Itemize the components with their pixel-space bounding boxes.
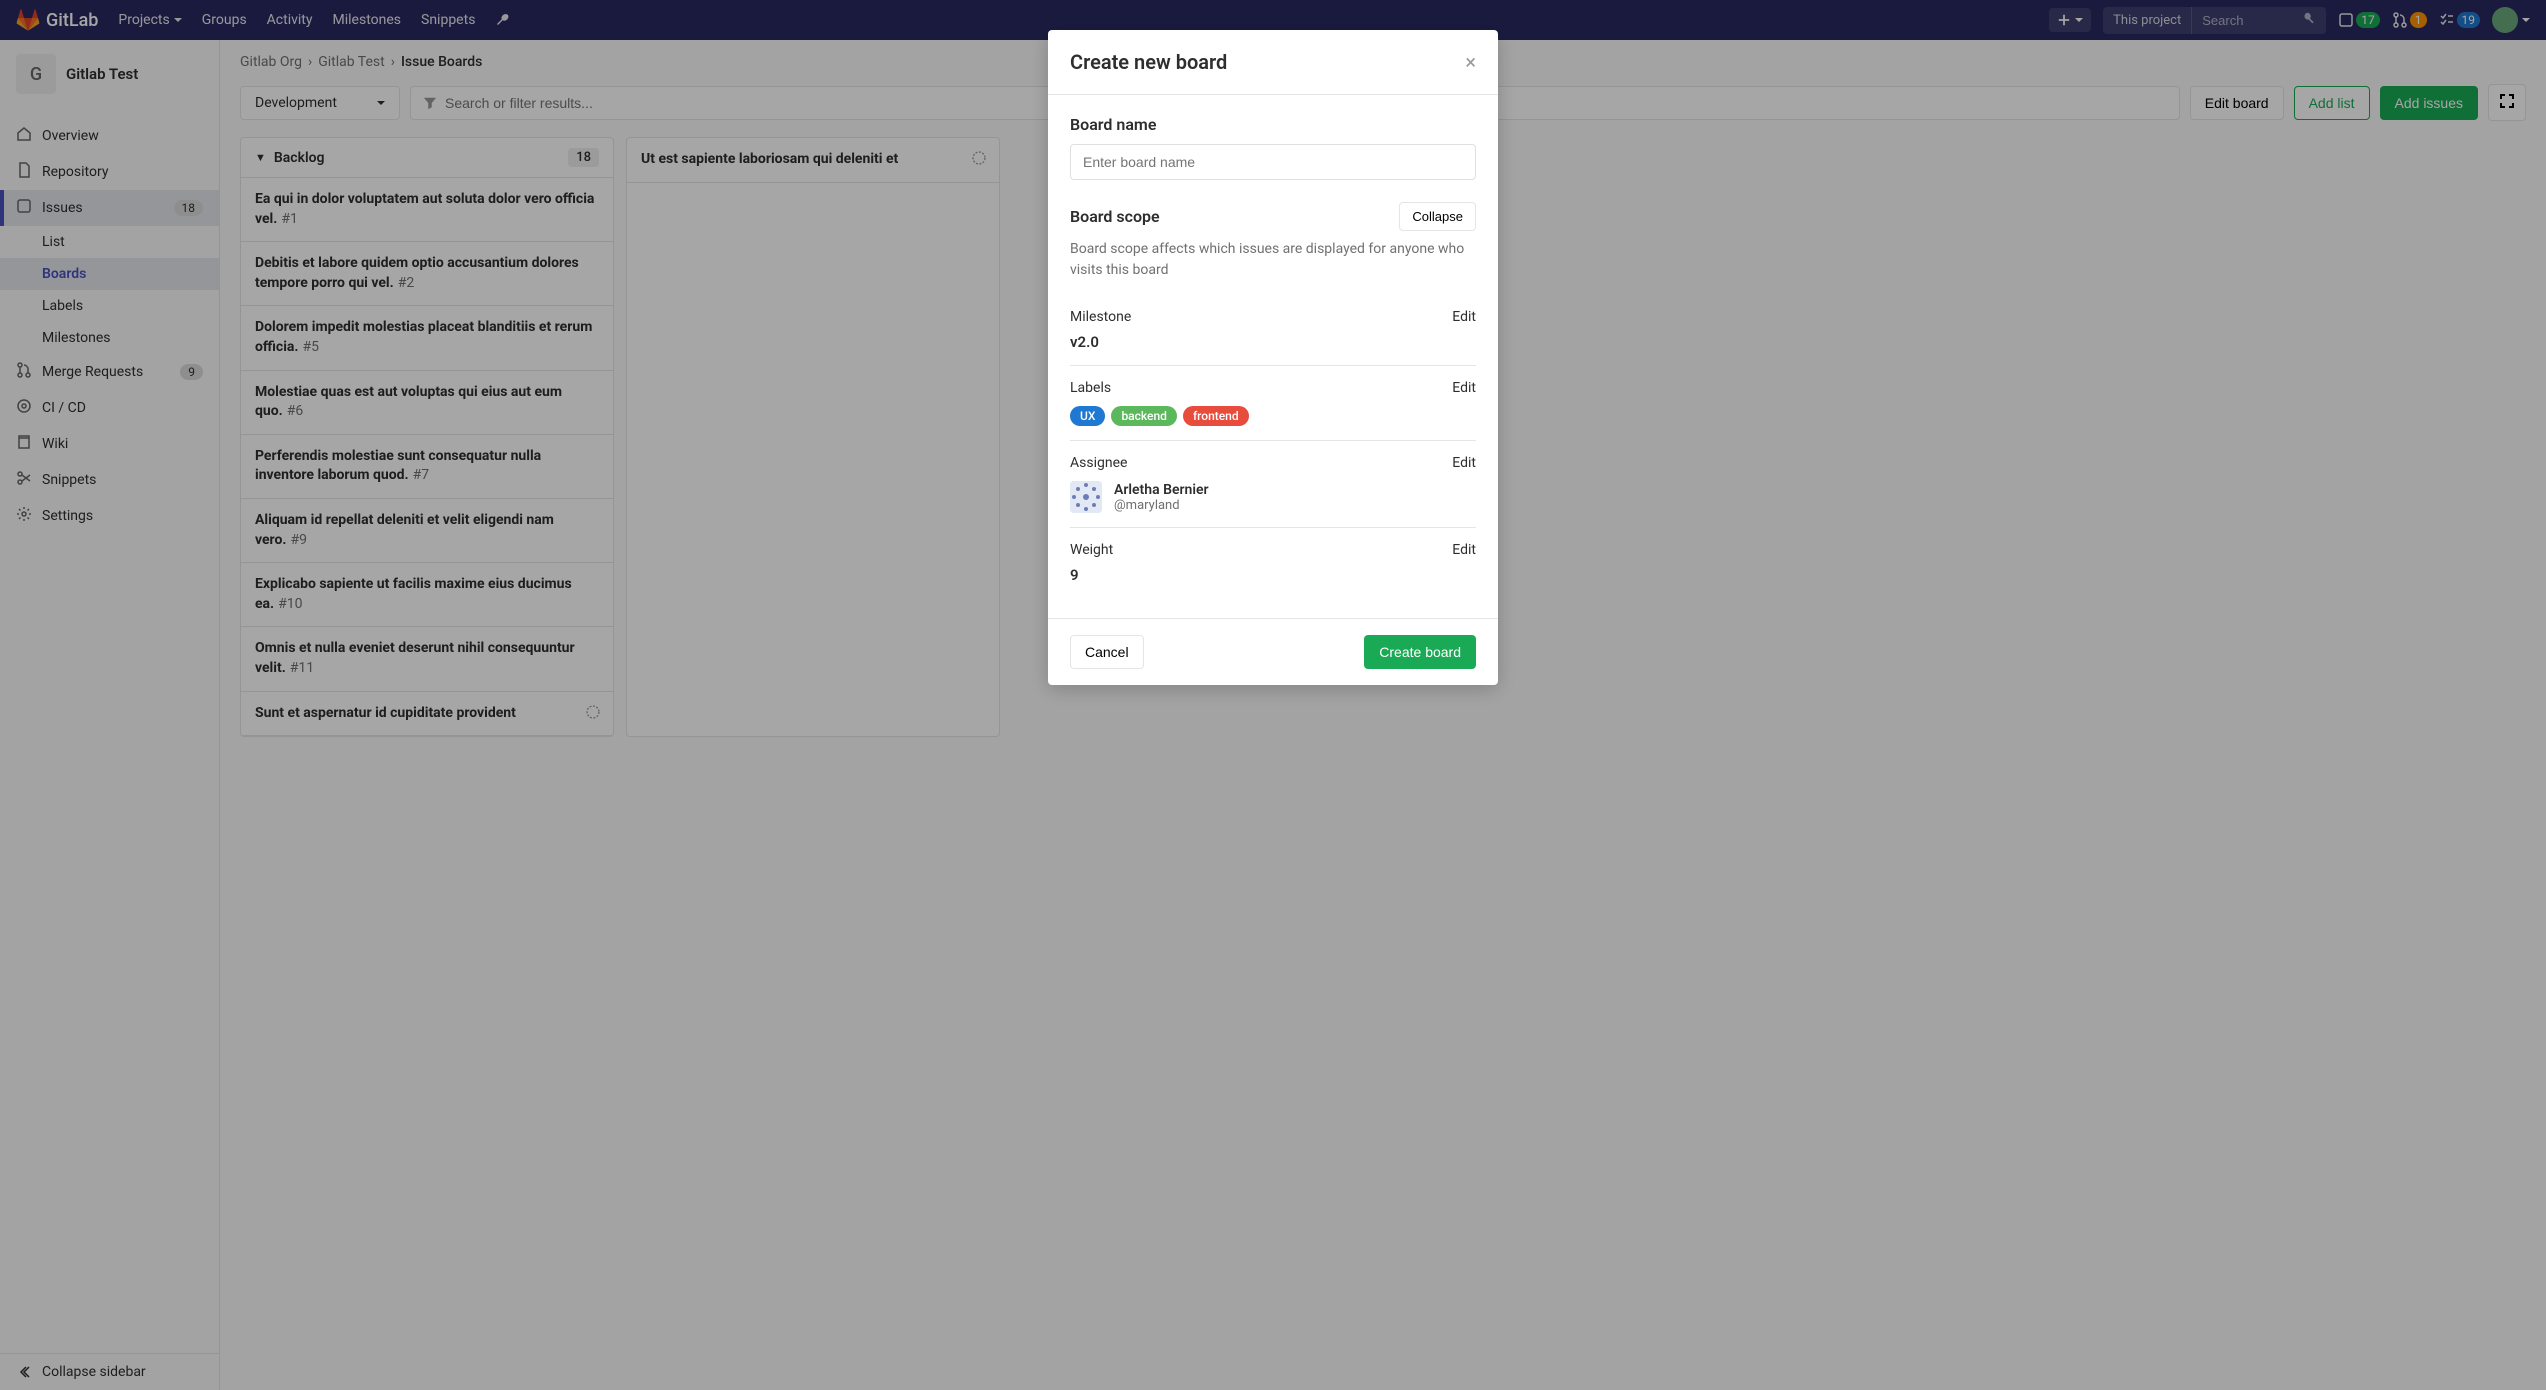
collapse-scope-button[interactable]: Collapse [1399,202,1476,231]
assignee-name: Arletha Bernier [1114,482,1209,498]
milestone-label: Milestone [1070,309,1131,325]
weight-label: Weight [1070,542,1113,558]
assignee-edit[interactable]: Edit [1452,455,1476,471]
weight-value: 9 [1070,566,1476,584]
cancel-button[interactable]: Cancel [1070,635,1144,669]
label-pill: frontend [1183,406,1249,426]
scope-description: Board scope affects which issues are dis… [1070,239,1476,281]
create-board-modal: Create new board × Board name Board scop… [1048,30,1498,685]
labels-label: Labels [1070,380,1111,396]
modal-overlay: Create new board × Board name Board scop… [0,0,2546,1390]
close-icon[interactable]: × [1465,50,1476,74]
label-pill: UX [1070,406,1105,426]
board-name-input[interactable] [1070,144,1476,180]
weight-edit[interactable]: Edit [1452,542,1476,558]
create-board-button[interactable]: Create board [1364,635,1476,669]
label-pill: backend [1111,406,1177,426]
modal-title: Create new board [1070,50,1227,74]
assignee-avatar [1070,481,1102,513]
assignee-label: Assignee [1070,455,1127,471]
board-name-label: Board name [1070,115,1476,134]
labels-edit[interactable]: Edit [1452,380,1476,396]
milestone-edit[interactable]: Edit [1452,309,1476,325]
assignee-handle: @maryland [1114,498,1209,513]
board-scope-label: Board scope [1070,207,1160,226]
milestone-value: v2.0 [1070,333,1476,351]
